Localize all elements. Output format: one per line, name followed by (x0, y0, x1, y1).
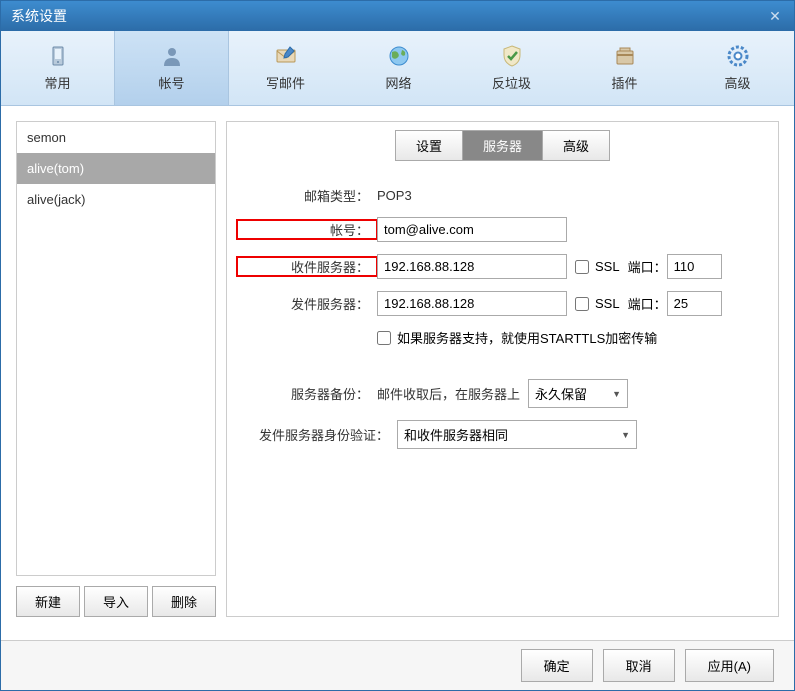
toolbar-compose[interactable]: 写邮件 (229, 31, 342, 105)
account-input[interactable] (377, 217, 567, 242)
toolbar-label: 高级 (724, 73, 750, 92)
settings-window: 系统设置 ✕ 常用 帐号 写邮件 网络 (0, 0, 795, 691)
tabs: 设置 服务器 高级 (227, 130, 778, 161)
apply-button[interactable]: 应用(A) (685, 649, 774, 682)
toolbar: 常用 帐号 写邮件 网络 反垃圾 (1, 31, 794, 106)
plugin-icon (613, 44, 637, 68)
toolbar-account[interactable]: 帐号 (114, 31, 229, 105)
send-server-label: 发件服务器： (237, 294, 377, 313)
recv-server-label: 收件服务器： (237, 257, 377, 276)
titlebar: 系统设置 ✕ (1, 1, 794, 31)
account-item[interactable]: semon (17, 122, 215, 153)
mailbox-type-value: POP3 (377, 188, 412, 203)
starttls-checkbox[interactable] (377, 331, 391, 345)
toolbar-advanced[interactable]: 高级 (681, 31, 794, 105)
toolbar-network[interactable]: 网络 (342, 31, 455, 105)
tab-settings[interactable]: 设置 (395, 130, 463, 161)
recv-port-label: 端口： (628, 257, 667, 276)
mailbox-type-label: 邮箱类型： (237, 186, 377, 205)
tab-server[interactable]: 服务器 (463, 130, 543, 161)
backup-select[interactable]: 永久保留 ▼ (528, 379, 628, 408)
send-ssl-checkbox[interactable] (575, 297, 589, 311)
sidebar-buttons: 新建 导入 删除 (16, 586, 216, 617)
backup-text: 邮件收取后，在服务器上 (377, 384, 520, 403)
user-icon (160, 44, 184, 68)
cancel-button[interactable]: 取消 (603, 649, 675, 682)
chevron-down-icon: ▼ (612, 389, 621, 399)
toolbar-label: 帐号 (158, 73, 184, 92)
toolbar-label: 反垃圾 (492, 73, 531, 92)
account-item[interactable]: alive(tom) (17, 153, 215, 184)
toolbar-spam[interactable]: 反垃圾 (455, 31, 568, 105)
chevron-down-icon: ▼ (621, 430, 630, 440)
auth-select[interactable]: 和收件服务器相同 ▼ (397, 420, 637, 449)
toolbar-label: 写邮件 (266, 73, 305, 92)
ok-button[interactable]: 确定 (521, 649, 593, 682)
dialog-footer: 确定 取消 应用(A) (1, 640, 794, 690)
account-item[interactable]: alive(jack) (17, 184, 215, 215)
globe-icon (387, 44, 411, 68)
gear-icon (726, 44, 750, 68)
new-button[interactable]: 新建 (16, 586, 80, 617)
window-title: 系统设置 (11, 6, 67, 26)
recv-ssl-label: SSL (595, 259, 620, 274)
backup-label: 服务器备份： (237, 384, 377, 403)
toolbar-common[interactable]: 常用 (1, 31, 114, 105)
toolbar-label: 常用 (44, 73, 70, 92)
main-panel: 设置 服务器 高级 邮箱类型： POP3 帐号： 收件服务器： (226, 121, 779, 617)
recv-port-input[interactable] (667, 254, 722, 279)
toolbar-label: 插件 (611, 73, 637, 92)
toolbar-plugin[interactable]: 插件 (568, 31, 681, 105)
send-server-input[interactable] (377, 291, 567, 316)
shield-icon (500, 44, 524, 68)
import-button[interactable]: 导入 (84, 586, 148, 617)
phone-icon (46, 44, 70, 68)
toolbar-label: 网络 (385, 73, 411, 92)
recv-server-input[interactable] (377, 254, 567, 279)
sidebar: semon alive(tom) alive(jack) 新建 导入 删除 (16, 121, 216, 617)
recv-ssl-checkbox[interactable] (575, 260, 589, 274)
account-label: 帐号： (237, 220, 377, 239)
compose-icon (274, 44, 298, 68)
account-list: semon alive(tom) alive(jack) (16, 121, 216, 576)
send-port-input[interactable] (667, 291, 722, 316)
starttls-label: 如果服务器支持，就使用STARTTLS加密传输 (397, 328, 657, 347)
server-form: 邮箱类型： POP3 帐号： 收件服务器： SSL 端口： (227, 161, 778, 481)
delete-button[interactable]: 删除 (152, 586, 216, 617)
close-icon[interactable]: ✕ (766, 7, 784, 25)
content-area: semon alive(tom) alive(jack) 新建 导入 删除 设置… (1, 106, 794, 632)
tab-advanced[interactable]: 高级 (543, 130, 610, 161)
send-port-label: 端口： (628, 294, 667, 313)
auth-label: 发件服务器身份验证： (237, 425, 397, 444)
send-ssl-label: SSL (595, 296, 620, 311)
